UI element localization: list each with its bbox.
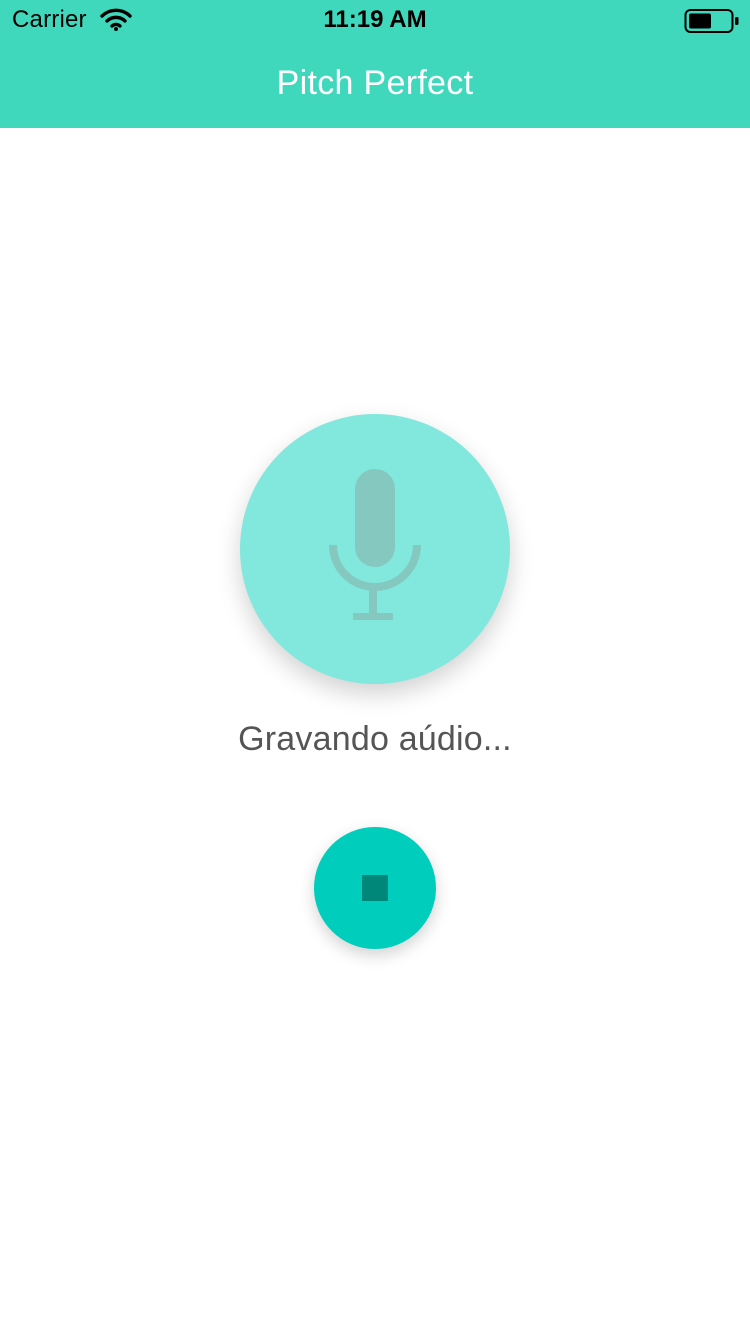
status-bar: Carrier 11:19 AM [0,0,750,40]
battery-icon [684,9,739,33]
microphone-icon [329,469,421,620]
page-title: Pitch Perfect [276,64,474,102]
clock: 11:19 AM [323,6,427,33]
record-button[interactable] [240,414,510,684]
header: Carrier 11:19 AM Pitch Perfect [0,0,750,128]
stop-icon [362,875,388,901]
recording-status-label: Gravando aúdio... [238,720,512,758]
screen: Carrier 11:19 AM Pitch Perfect Gravando [0,0,750,1334]
stop-button[interactable] [314,827,436,949]
